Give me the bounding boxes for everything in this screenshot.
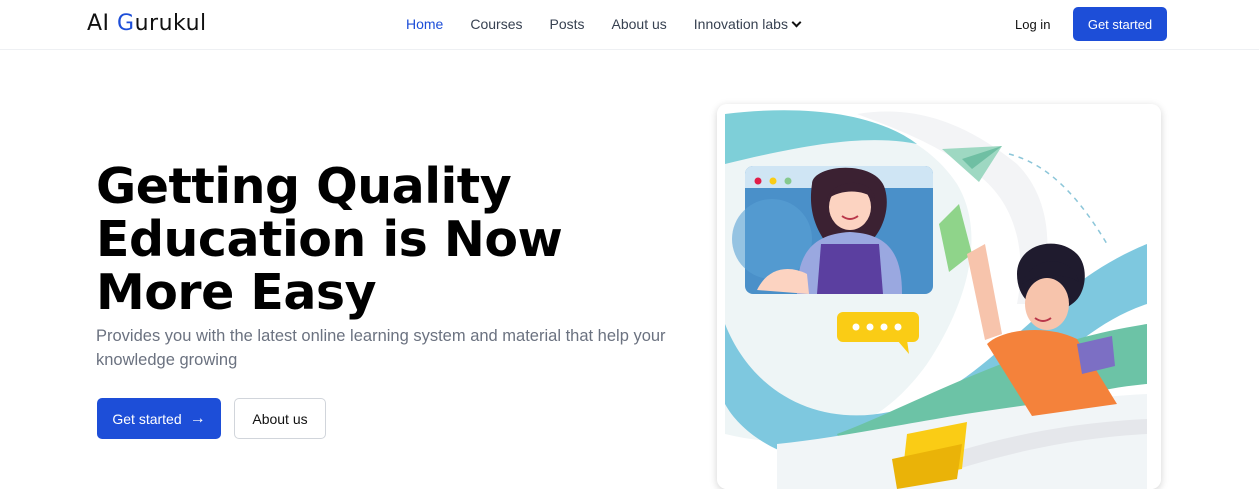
top-navbar: AI Gurukul Home Courses Posts About us I… [0, 0, 1259, 50]
nav-item-home[interactable]: Home [406, 16, 443, 32]
logo-suffix: urukul [134, 11, 207, 36]
arrow-right-icon: → [189, 409, 206, 427]
nav-item-posts[interactable]: Posts [550, 16, 585, 32]
hero-headline: Getting Quality Education is Now More Ea… [96, 160, 616, 319]
hero-illustration-card [717, 104, 1161, 489]
hero-subtitle: Provides you with the latest online lear… [96, 327, 666, 369]
nav-item-innovation-labs[interactable]: Innovation labs [693, 16, 802, 32]
headline-line-3: More Easy [96, 264, 377, 321]
hero-get-started-button[interactable]: Get started → [97, 398, 221, 439]
site-logo[interactable]: AI Gurukul [87, 11, 207, 36]
logo-g: G [117, 11, 135, 36]
logo-prefix: AI [87, 11, 118, 36]
chevron-down-icon [791, 17, 802, 28]
hero-about-us-button[interactable]: About us [234, 398, 326, 439]
nav-item-courses[interactable]: Courses [470, 16, 522, 32]
innovation-labs-label: Innovation labs [693, 16, 788, 32]
headline-line-2: Education is Now [96, 211, 563, 268]
online-learning-illustration [717, 104, 1161, 489]
hero-get-started-label: Get started [112, 410, 182, 427]
main-menu: Home Courses Posts About us Innovation l… [406, 16, 802, 32]
nav-get-started-button[interactable]: Get started [1073, 7, 1167, 41]
nav-item-about-us[interactable]: About us [612, 16, 667, 32]
login-link[interactable]: Log in [1015, 17, 1050, 32]
headline-line-1: Getting Quality [96, 158, 512, 215]
